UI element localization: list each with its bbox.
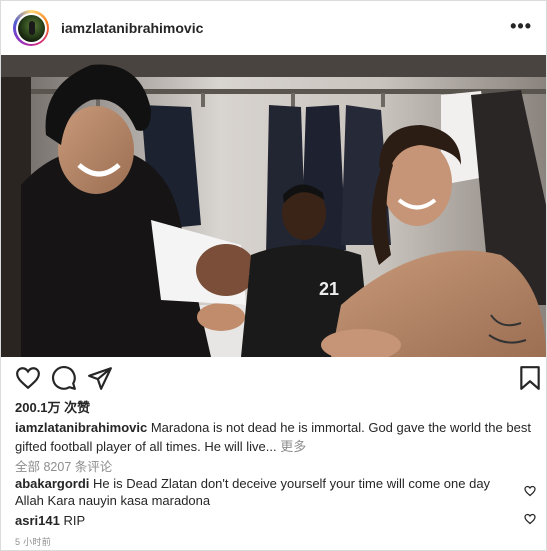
- comment-item: abakargordi He is Dead Zlatan don't dece…: [15, 475, 515, 509]
- post-photo[interactable]: 21: [1, 55, 546, 357]
- jersey-number: 21: [319, 279, 339, 299]
- post-card: iamzlatanibrahimovic ••• 21 200.1万 次赞 ia…: [0, 0, 547, 551]
- post-photo-image: 21: [1, 55, 546, 357]
- bookmark-icon[interactable]: [517, 365, 543, 391]
- comment-like-icon[interactable]: [524, 485, 536, 497]
- caption-more-link[interactable]: 更多: [280, 439, 306, 454]
- heart-icon[interactable]: [15, 365, 41, 391]
- comment-like-icon[interactable]: [524, 513, 536, 525]
- view-all-comments-link[interactable]: 全部 8207 条评论: [15, 456, 112, 475]
- avatar[interactable]: [13, 10, 49, 46]
- likes-count[interactable]: 200.1万 次赞: [15, 397, 90, 416]
- more-options-icon[interactable]: •••: [510, 17, 532, 35]
- comment-icon[interactable]: [51, 365, 77, 391]
- post-header: iamzlatanibrahimovic •••: [1, 1, 546, 55]
- post-username[interactable]: iamzlatanibrahimovic: [61, 20, 203, 36]
- post-caption: iamzlatanibrahimovic Maradona is not dea…: [15, 418, 535, 456]
- comment-username[interactable]: asri141: [15, 513, 60, 528]
- comment-item: asri141 RIP: [15, 512, 515, 529]
- post-timestamp: 5 小时前: [15, 537, 52, 547]
- avatar-image: [17, 14, 45, 42]
- share-icon[interactable]: [87, 365, 113, 391]
- action-bar: [1, 361, 546, 395]
- comment-username[interactable]: abakargordi: [15, 476, 89, 491]
- caption-username[interactable]: iamzlatanibrahimovic: [15, 420, 147, 435]
- comment-text: RIP: [63, 513, 86, 528]
